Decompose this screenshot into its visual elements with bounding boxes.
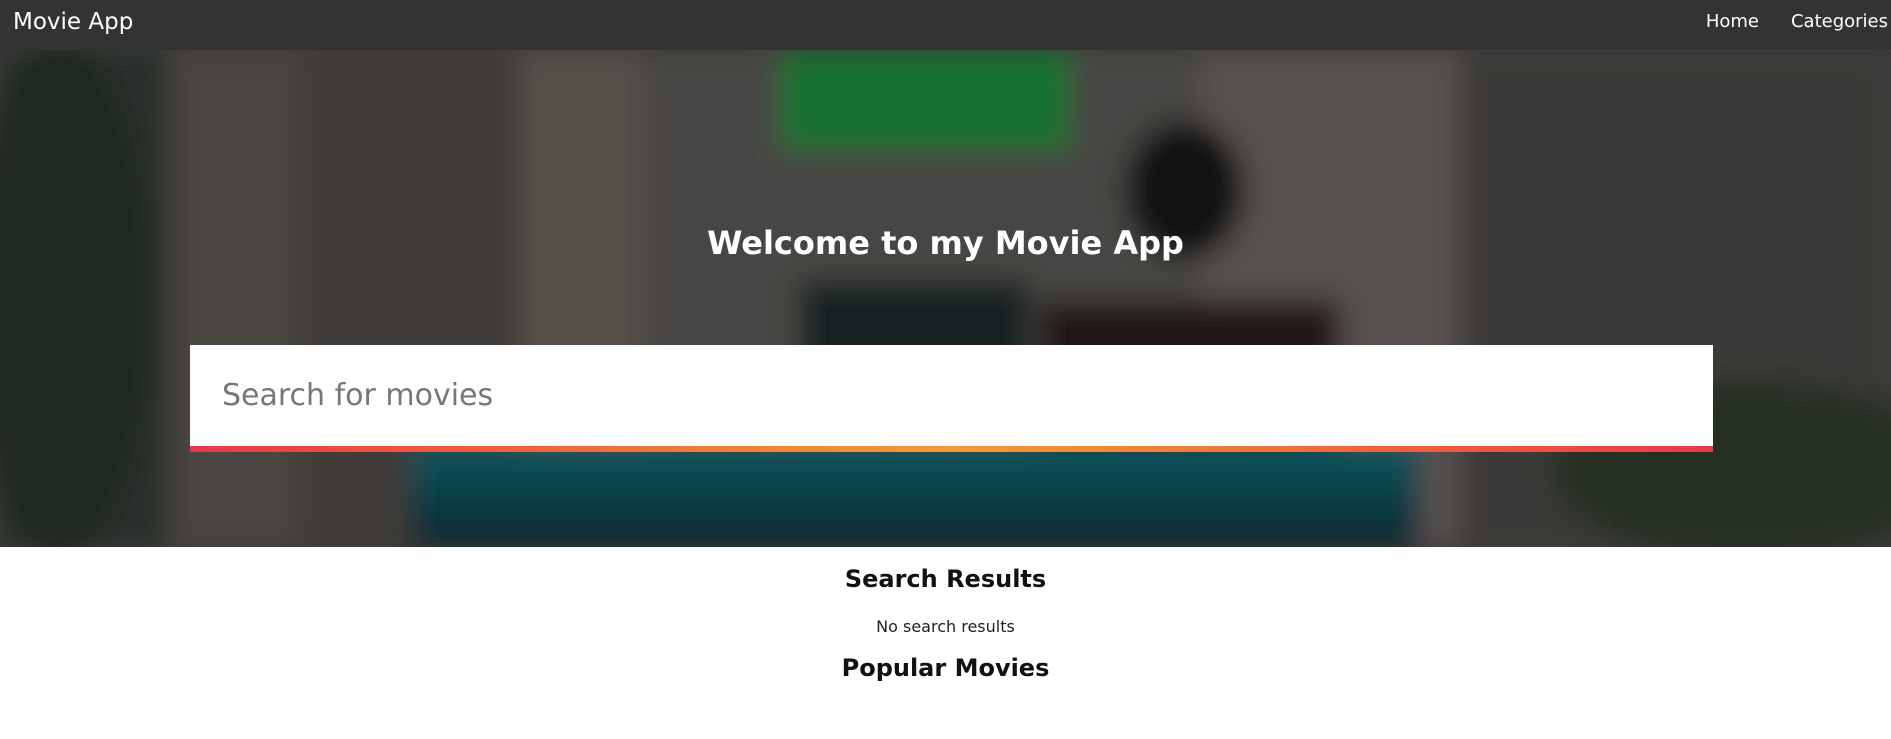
search-results-heading: Search Results <box>844 565 1047 593</box>
nav-home-link[interactable]: Home <box>1706 0 1759 44</box>
search-input[interactable] <box>190 345 1713 446</box>
brand-link[interactable]: Movie App <box>13 0 133 50</box>
hero-title: Welcome to my Movie App <box>707 224 1184 262</box>
popular-movies-heading: Popular Movies <box>841 654 1050 682</box>
search-gradient-underline <box>190 446 1713 452</box>
hero-banner: Welcome to my Movie App <box>0 50 1891 547</box>
search-results-empty-message: No search results <box>876 617 1015 636</box>
nav-categories-link[interactable]: Categories <box>1791 0 1888 44</box>
search-box <box>190 345 1713 452</box>
nav-links: Home Categories <box>1706 0 1891 50</box>
hero-background-image <box>0 50 1891 547</box>
top-navbar: Movie App Home Categories <box>0 0 1891 50</box>
